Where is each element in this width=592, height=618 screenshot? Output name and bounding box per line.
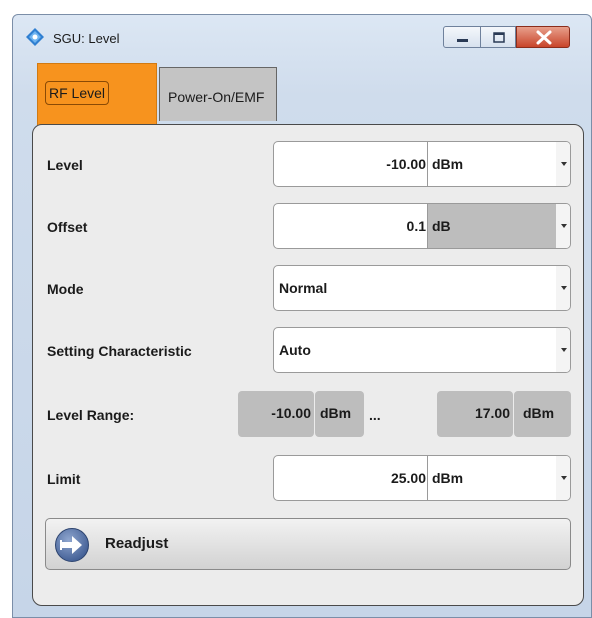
dropdown-arrow[interactable]: [556, 328, 570, 372]
readjust-button[interactable]: Readjust: [45, 518, 571, 570]
mode-value: Normal: [279, 280, 328, 296]
offset-label: Offset: [47, 219, 88, 235]
level-value: -10.00: [386, 156, 426, 172]
chevron-down-icon: [561, 162, 567, 166]
offset-unit-selector[interactable]: dB: [427, 204, 556, 248]
limit-field[interactable]: 25.00 dBm: [273, 455, 571, 501]
close-button[interactable]: [516, 26, 570, 48]
tab-label: RF Level: [45, 81, 110, 105]
level-range-min-value: -10.00: [271, 405, 311, 421]
chevron-down-icon: [561, 224, 567, 228]
dropdown-arrow[interactable]: [556, 204, 570, 248]
level-range-max: 17.00: [437, 391, 513, 437]
limit-unit-selector[interactable]: dBm: [427, 456, 556, 500]
level-field[interactable]: -10.00 dBm: [273, 141, 571, 187]
app-icon: [26, 28, 44, 46]
setting-characteristic-select[interactable]: Auto: [273, 327, 571, 373]
level-range-min-unit-box: dBm: [315, 391, 364, 437]
minimize-icon: [457, 39, 468, 42]
setting-characteristic-value: Auto: [279, 342, 311, 358]
chevron-down-icon: [561, 286, 567, 290]
tab-label: Power-On/EMF: [168, 89, 265, 105]
level-label: Level: [47, 157, 83, 173]
dialog-window: SGU: Level Power-On/EMF RF Level Level -…: [12, 14, 592, 618]
level-unit: dBm: [432, 156, 464, 172]
mode-label: Mode: [47, 281, 84, 297]
level-range-label: Level Range:: [47, 407, 135, 423]
tab-power-on-emf[interactable]: Power-On/EMF: [159, 67, 277, 121]
window-title: SGU: Level: [53, 31, 120, 46]
limit-unit: dBm: [432, 470, 464, 486]
mode-select[interactable]: Normal: [273, 265, 571, 311]
title-bar[interactable]: SGU: Level: [13, 15, 591, 51]
level-range-separator: ...: [369, 407, 381, 423]
level-range-min: -10.00: [238, 391, 314, 437]
level-unit-selector[interactable]: dBm: [427, 142, 556, 186]
readjust-label: Readjust: [105, 535, 169, 552]
close-icon: [536, 30, 552, 45]
dropdown-arrow[interactable]: [556, 142, 570, 186]
arrow-right-circle-icon: [55, 528, 89, 562]
offset-field[interactable]: 0.1 dB: [273, 203, 571, 249]
offset-value: 0.1: [406, 218, 426, 234]
limit-value: 25.00: [390, 470, 426, 486]
maximize-icon: [493, 32, 505, 43]
level-range-max-value: 17.00: [474, 405, 510, 421]
setting-characteristic-label: Setting Characteristic: [47, 343, 192, 359]
dropdown-arrow[interactable]: [556, 266, 570, 310]
limit-label: Limit: [47, 471, 81, 487]
tab-rf-level[interactable]: RF Level: [37, 63, 157, 125]
level-range-max-unit: dBm: [523, 405, 555, 421]
level-range-max-unit-box: dBm: [514, 391, 571, 437]
minimize-button[interactable]: [443, 26, 481, 48]
maximize-button[interactable]: [480, 26, 516, 48]
offset-unit: dB: [432, 218, 451, 234]
chevron-down-icon: [561, 476, 567, 480]
level-range-min-unit: dBm: [320, 405, 352, 421]
chevron-down-icon: [561, 348, 567, 352]
dropdown-arrow[interactable]: [556, 456, 570, 500]
